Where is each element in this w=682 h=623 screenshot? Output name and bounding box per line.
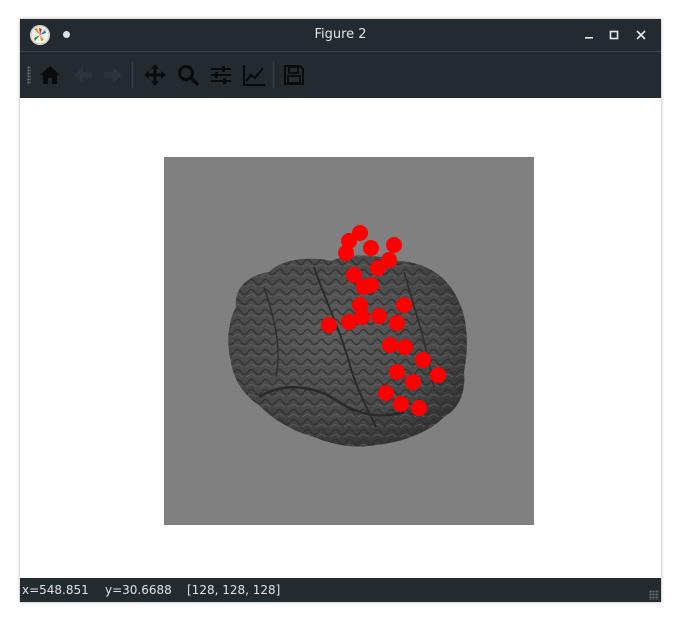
magnifier-icon <box>178 65 199 86</box>
electrode-marker <box>393 396 409 412</box>
title-bar[interactable]: Figure 2 <box>20 19 661 51</box>
floppy-disk-icon <box>284 65 304 85</box>
maximize-icon[interactable] <box>605 26 623 44</box>
cursor-y-readout: y=30.6688 <box>105 583 172 597</box>
electrode-marker <box>405 374 421 390</box>
window-title: Figure 2 <box>314 27 367 42</box>
navigation-toolbar <box>20 51 661 98</box>
minimize-icon[interactable] <box>580 26 598 44</box>
arrow-left-icon <box>74 67 92 83</box>
electrode-marker <box>389 315 405 331</box>
brain-surface <box>228 255 467 447</box>
pixel-value-readout: [128, 128, 128] <box>187 583 281 597</box>
electrode-marker <box>382 337 398 353</box>
status-bar: x=548.851 y=30.6688 [128, 128, 128] <box>20 578 661 602</box>
resize-grip-icon[interactable] <box>649 590 659 600</box>
electrode-marker <box>346 267 362 283</box>
electrode-marker <box>430 367 446 383</box>
axes-image[interactable] <box>164 157 534 525</box>
electrode-marker <box>389 364 405 380</box>
electrode-marker <box>386 237 402 253</box>
electrode-marker <box>354 309 370 325</box>
zoom-button[interactable] <box>175 62 201 88</box>
electrode-marker <box>397 339 413 355</box>
figure-canvas[interactable] <box>20 98 661 578</box>
electrode-marker <box>370 260 386 276</box>
electrode-marker <box>415 352 431 368</box>
forward-button[interactable] <box>100 62 126 88</box>
cursor-x-readout: x=548.851 <box>22 583 89 597</box>
move-icon <box>144 64 166 86</box>
close-icon[interactable] <box>632 26 650 44</box>
electrode-marker <box>371 308 387 324</box>
toolbar-separator <box>132 62 133 88</box>
electrode-marker <box>411 400 427 416</box>
electrode-marker <box>378 385 394 401</box>
back-button[interactable] <box>70 62 96 88</box>
electrode-marker <box>321 317 337 333</box>
electrode-marker <box>338 245 354 261</box>
electrode-marker <box>363 240 379 256</box>
brain-render <box>228 225 467 447</box>
toolbar-separator <box>273 62 274 88</box>
pan-button[interactable] <box>142 62 168 88</box>
subplots-button[interactable] <box>208 62 234 88</box>
arrow-right-icon <box>104 67 122 83</box>
electrode-marker <box>396 297 412 313</box>
home-icon <box>40 66 60 84</box>
line-chart-icon <box>243 65 265 86</box>
figure-window: Figure 2 x=548.851 y=30.6688 [128, 128, … <box>20 19 661 602</box>
home-button[interactable] <box>37 62 63 88</box>
sliders-icon <box>211 66 231 84</box>
save-button[interactable] <box>281 62 307 88</box>
toolbar-grip-icon[interactable] <box>27 66 31 84</box>
customize-button[interactable] <box>241 62 267 88</box>
